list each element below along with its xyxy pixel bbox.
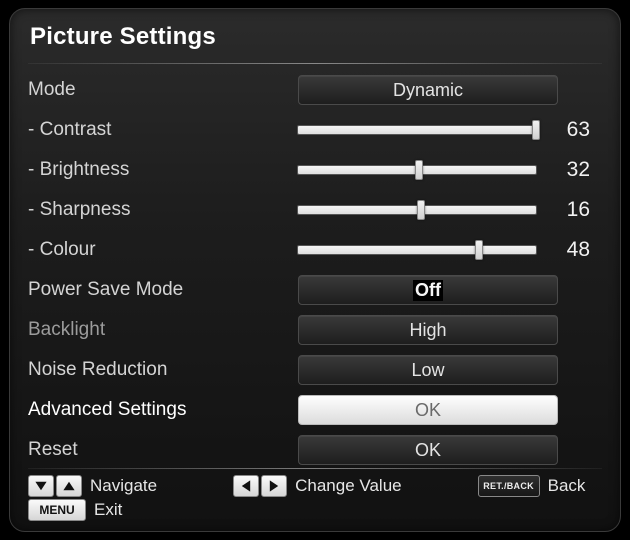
row-advanced: Advanced Settings OK: [28, 390, 602, 430]
advanced-ok-button[interactable]: OK: [298, 395, 558, 425]
row-powersave: Power Save Mode Off: [28, 270, 602, 310]
reset-ok-button[interactable]: OK: [298, 435, 558, 465]
mode-value-button[interactable]: Dynamic: [298, 75, 558, 105]
hint-line-2: MENU Exit: [28, 499, 602, 521]
hint-navigate: Navigate: [28, 475, 157, 497]
backlight-value-button[interactable]: High: [298, 315, 558, 345]
page-title: Picture Settings: [28, 9, 602, 61]
colour-value: 48: [550, 238, 590, 262]
hint-change: Change Value: [233, 475, 402, 497]
sharpness-slider[interactable]: [298, 203, 536, 217]
label-sharpness: - Sharpness: [28, 199, 298, 221]
hint-exit: MENU Exit: [28, 499, 122, 521]
row-contrast: - Contrast 63: [28, 110, 602, 150]
row-sharpness: - Sharpness 16: [28, 190, 602, 230]
ret-back-key-icon: RET./BACK: [478, 475, 540, 497]
sharpness-value: 16: [550, 198, 590, 222]
menu-key-icon: MENU: [28, 499, 86, 521]
label-colour: - Colour: [28, 239, 298, 261]
powersave-value: Off: [413, 280, 443, 301]
right-arrow-icon: [261, 475, 287, 497]
row-colour: - Colour 48: [28, 230, 602, 270]
label-noise: Noise Reduction: [28, 359, 298, 381]
mode-value: Dynamic: [393, 80, 463, 101]
footer: Navigate Change Value RET./BACK Back: [28, 466, 602, 521]
down-arrow-icon: [28, 475, 54, 497]
noise-value-button[interactable]: Low: [298, 355, 558, 385]
colour-slider[interactable]: [298, 243, 536, 257]
row-reset: Reset OK: [28, 430, 602, 470]
picture-settings-panel: Picture Settings Mode Dynamic - Contrast…: [9, 8, 621, 532]
noise-value: Low: [411, 360, 444, 381]
reset-value: OK: [415, 440, 441, 461]
hint-line-1: Navigate Change Value RET./BACK Back: [28, 475, 602, 497]
hint-exit-label: Exit: [94, 500, 122, 520]
row-brightness: - Brightness 32: [28, 150, 602, 190]
divider-top: [28, 63, 602, 64]
settings-rows: Mode Dynamic - Contrast 63 - Brightness: [28, 70, 602, 470]
brightness-slider[interactable]: [298, 163, 536, 177]
label-reset: Reset: [28, 439, 298, 461]
up-arrow-icon: [56, 475, 82, 497]
hint-back: RET./BACK Back: [478, 475, 586, 497]
label-brightness: - Brightness: [28, 159, 298, 181]
label-advanced: Advanced Settings: [28, 399, 298, 421]
powersave-value-button[interactable]: Off: [298, 275, 558, 305]
divider-bottom: [28, 468, 602, 469]
hint-change-label: Change Value: [295, 476, 402, 496]
contrast-value: 63: [550, 118, 590, 142]
contrast-slider[interactable]: [298, 123, 536, 137]
row-noise: Noise Reduction Low: [28, 350, 602, 390]
row-mode: Mode Dynamic: [28, 70, 602, 110]
hint-back-label: Back: [548, 476, 586, 496]
backlight-value: High: [409, 320, 446, 341]
label-mode: Mode: [28, 79, 298, 101]
hint-navigate-label: Navigate: [90, 476, 157, 496]
label-contrast: - Contrast: [28, 119, 298, 141]
label-powersave: Power Save Mode: [28, 279, 298, 301]
advanced-value: OK: [415, 400, 441, 421]
row-backlight: Backlight High: [28, 310, 602, 350]
brightness-value: 32: [550, 158, 590, 182]
label-backlight: Backlight: [28, 319, 298, 341]
left-arrow-icon: [233, 475, 259, 497]
